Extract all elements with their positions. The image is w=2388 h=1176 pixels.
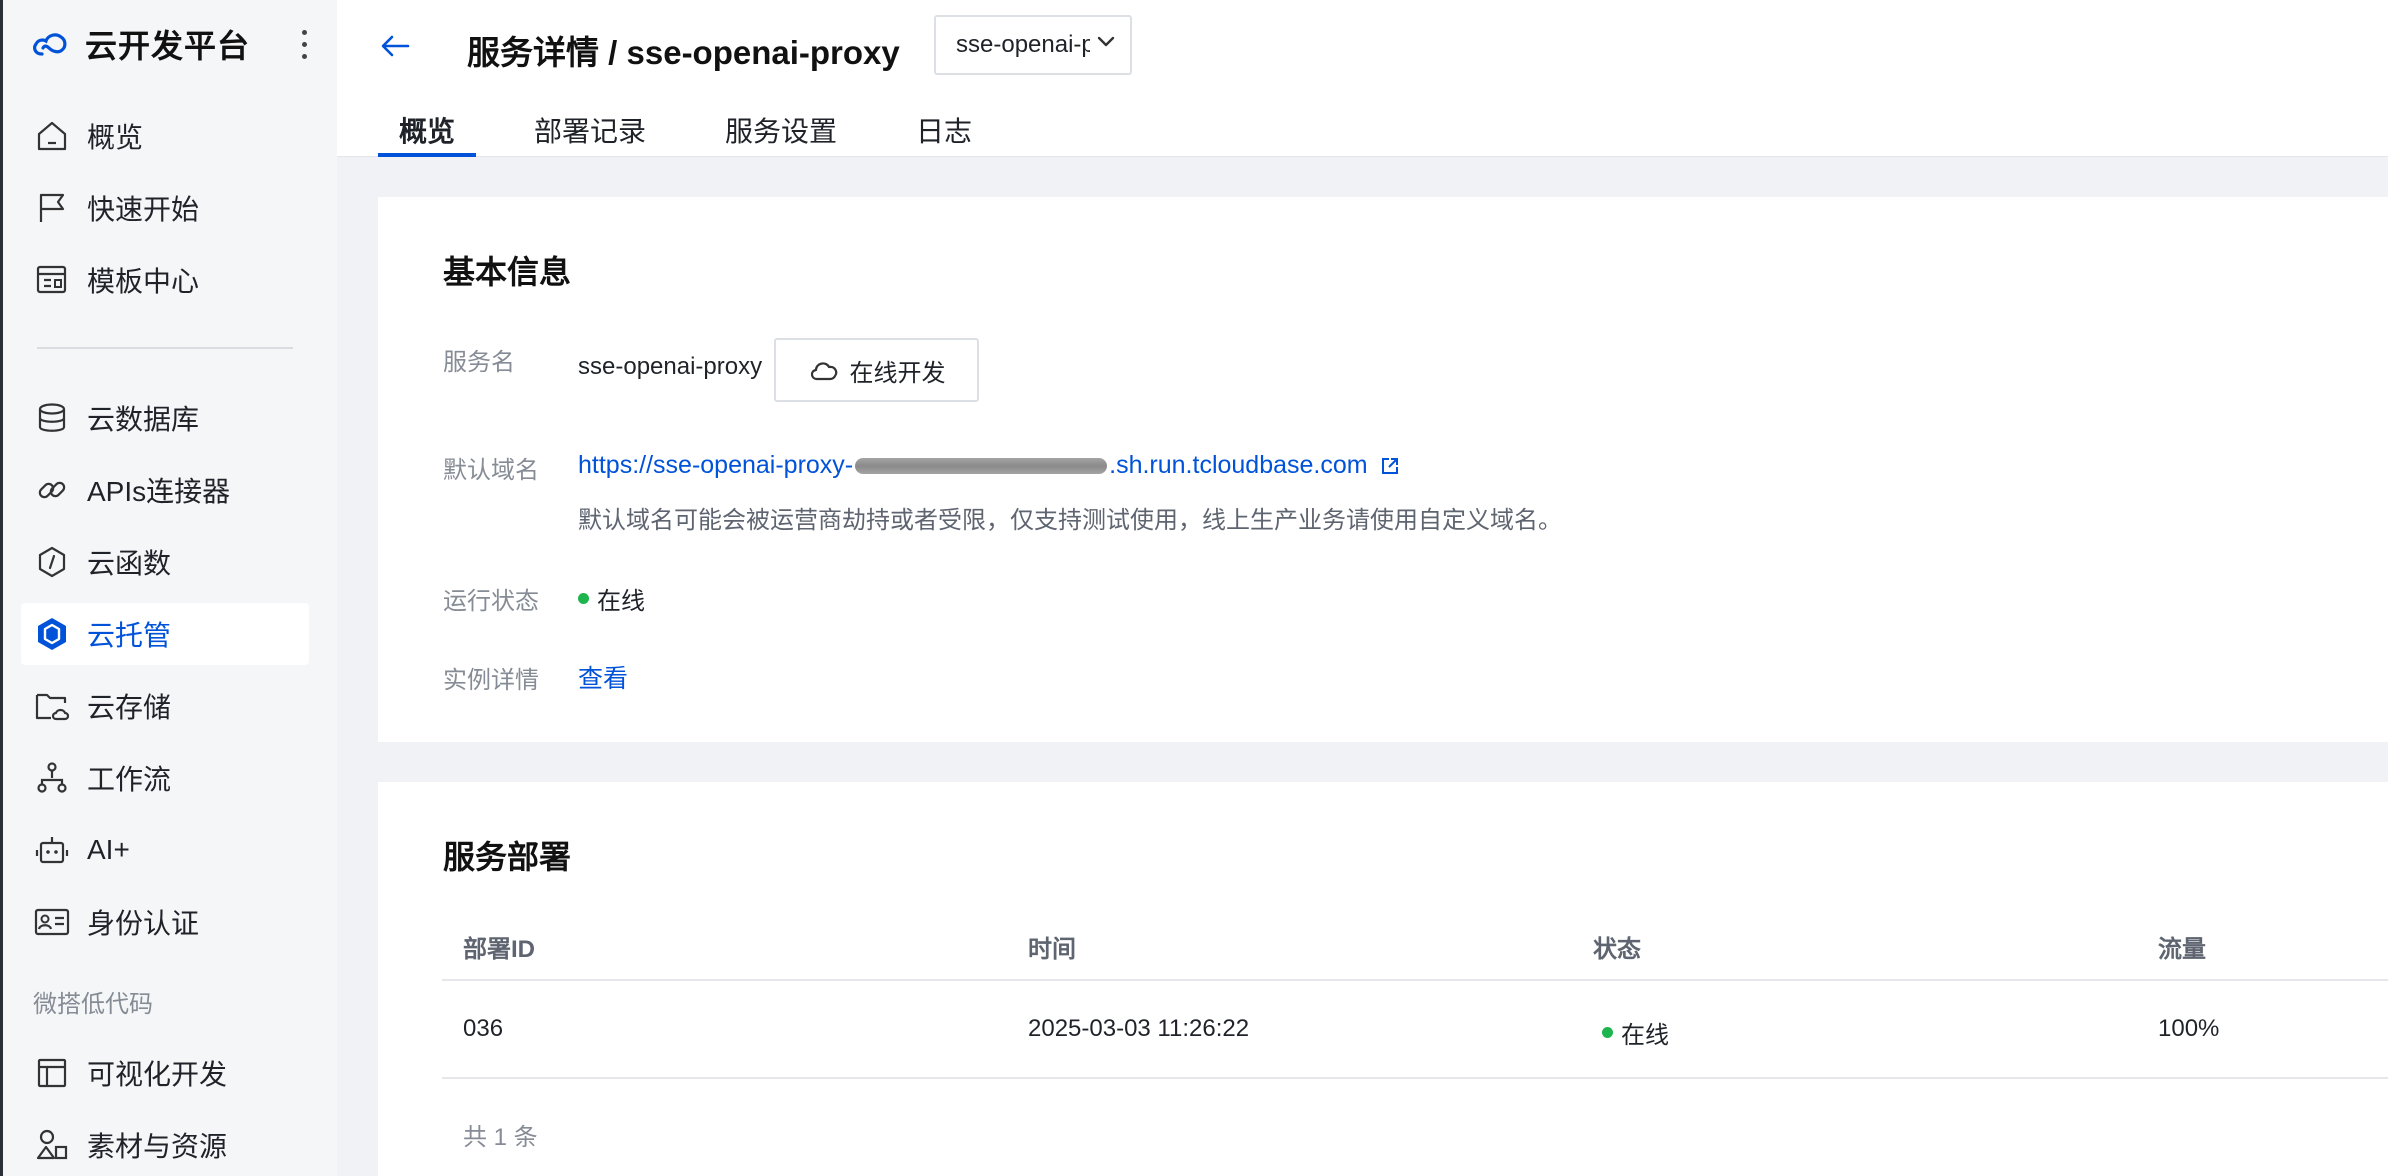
status-dot	[1602, 1027, 1613, 1038]
sidebar-item-ai[interactable]: AI+	[21, 819, 309, 881]
tab-deploy-records[interactable]: 部署记录	[513, 100, 667, 157]
run-status-value: 在线	[597, 588, 645, 615]
domain-hint: 默认域名可能会被运营商劫持或者受限，仅支持测试使用，线上生产业务请使用自定义域名…	[578, 507, 1562, 534]
service-name-value: sse-openai-proxy	[578, 353, 763, 380]
sidebar-item-label: 模板中心	[87, 266, 200, 297]
flag-icon	[33, 189, 71, 227]
database-icon	[33, 399, 71, 437]
sidebar-group-label: 微搭低代码	[33, 991, 153, 1018]
sidebar-item-quickstart[interactable]: 快速开始	[21, 177, 309, 239]
table-header: 部署ID 时间 状态 流量	[442, 897, 2388, 981]
brand-title: 云开发平台	[85, 28, 251, 64]
service-select-value: sse-openai-proxy	[956, 31, 1090, 58]
sidebar-item-database[interactable]: 云数据库	[21, 387, 309, 449]
basic-info-title: 基本信息	[443, 254, 572, 290]
cloud-icon	[810, 362, 837, 381]
column-header: 流量	[2158, 936, 2206, 963]
tab-overview[interactable]: 概览	[378, 100, 477, 157]
online-dev-button[interactable]: 在线开发	[774, 338, 979, 402]
id-card-icon	[33, 903, 71, 941]
default-domain-label: 默认域名	[443, 457, 539, 484]
sidebar-item-assets[interactable]: 素材与资源	[21, 1114, 309, 1176]
sidebar-item-functions[interactable]: 云函数	[21, 531, 309, 593]
domain-prefix: https://sse-openai-proxy-	[578, 451, 854, 479]
back-button[interactable]	[377, 28, 413, 64]
cloud-logo-icon	[29, 22, 73, 66]
run-status-badge: 在线	[578, 581, 645, 616]
sidebar-divider	[37, 347, 293, 349]
deploy-status-value: 在线	[1621, 1022, 1669, 1049]
column-header: 部署ID	[463, 936, 535, 963]
sidebar-item-label: 概览	[87, 122, 144, 153]
sidebar-item-label: 云数据库	[87, 404, 200, 435]
sidebar-item-workflow[interactable]: 工作流	[21, 747, 309, 809]
table-total: 共 1 条	[463, 1124, 538, 1151]
sidebar-item-label: 云函数	[87, 548, 172, 579]
sidebar-item-label: 工作流	[87, 764, 172, 795]
tab-bar: 概览 部署记录 服务设置 日志	[378, 100, 1030, 157]
domain-suffix: .sh.run.tcloudbase.com	[1109, 451, 1368, 479]
tab-logs[interactable]: 日志	[895, 100, 993, 157]
deploy-id-cell: 036	[463, 1015, 504, 1042]
sidebar-item-label: APIs连接器	[87, 476, 231, 507]
chevron-down-icon	[1096, 35, 1116, 54]
service-select[interactable]: sse-openai-proxy	[934, 15, 1132, 75]
deploy-status-cell: 在线	[1602, 1015, 1669, 1050]
deployment-table: 部署ID 时间 状态 流量 036 2025-03-03 11:26:22 在线…	[442, 897, 2388, 1079]
arrow-left-icon	[381, 35, 410, 57]
assets-icon	[33, 1126, 71, 1164]
sidebar-item-label: AI+	[87, 834, 130, 865]
column-header: 状态	[1593, 936, 1641, 963]
sidebar-item-templates[interactable]: 模板中心	[21, 249, 309, 311]
deploy-time-cell: 2025-03-03 11:26:22	[1028, 1015, 1250, 1042]
deployment-card: 服务部署 部署ID 时间 状态 流量 036 2025-03-03 11:26:…	[378, 782, 2388, 1176]
workflow-icon	[33, 759, 71, 797]
more-menu-icon[interactable]	[289, 22, 319, 66]
sidebar-item-label: 快速开始	[87, 194, 200, 225]
deploy-traffic-cell: 100%	[2158, 1015, 2220, 1042]
link-icon	[33, 471, 71, 509]
table-row[interactable]: 036 2025-03-03 11:26:22 在线 100%	[442, 981, 2388, 1079]
robot-icon	[33, 831, 71, 869]
sidebar-item-label: 素材与资源	[87, 1131, 228, 1162]
brand: 云开发平台	[29, 22, 319, 66]
online-dev-label: 在线开发	[849, 359, 946, 387]
home-icon	[33, 117, 71, 155]
tab-service-settings[interactable]: 服务设置	[704, 100, 858, 157]
page-header: 服务详情 / sse-openai-proxy sse-openai-proxy…	[337, 0, 2388, 157]
instance-label: 实例详情	[443, 667, 539, 694]
redacted-segment	[855, 457, 1108, 474]
basic-info-card: 基本信息 服务名 sse-openai-proxy 在线开发 默认域名 http…	[378, 197, 2388, 742]
hexagon-icon	[33, 615, 71, 653]
sidebar-item-auth[interactable]: 身份认证	[21, 891, 309, 953]
sidebar-item-label: 云托管	[87, 620, 172, 651]
deployment-title: 服务部署	[443, 839, 572, 875]
service-name-label: 服务名	[443, 349, 515, 376]
page-title: 服务详情 / sse-openai-proxy	[467, 34, 900, 71]
default-domain-link[interactable]: https://sse-openai-proxy- .sh.run.tcloud…	[578, 451, 1400, 480]
sidebar-item-label: 云存储	[87, 692, 172, 723]
sidebar-item-visual-dev[interactable]: 可视化开发	[21, 1042, 309, 1104]
column-header: 时间	[1028, 936, 1076, 963]
sidebar-item-label: 可视化开发	[87, 1059, 228, 1090]
sidebar-item-apis[interactable]: APIs连接器	[21, 459, 309, 521]
template-icon	[33, 261, 71, 299]
folder-cloud-icon	[33, 687, 71, 725]
sidebar-item-label: 身份认证	[87, 908, 200, 939]
sidebar-item-storage[interactable]: 云存储	[21, 675, 309, 737]
instance-view-link[interactable]: 查看	[578, 659, 628, 695]
sidebar-item-overview[interactable]: 概览	[21, 105, 309, 167]
layout-icon	[33, 1054, 71, 1092]
sidebar-item-cloudrun[interactable]: 云托管	[21, 603, 309, 665]
status-dot	[578, 593, 589, 604]
function-icon	[33, 543, 71, 581]
sidebar: 云开发平台 概览 快速开始 模板中心 云数据库 APIs连接器 云函数 云托管 …	[0, 0, 337, 1176]
run-status-label: 运行状态	[443, 588, 539, 615]
external-link-icon	[1380, 456, 1400, 476]
